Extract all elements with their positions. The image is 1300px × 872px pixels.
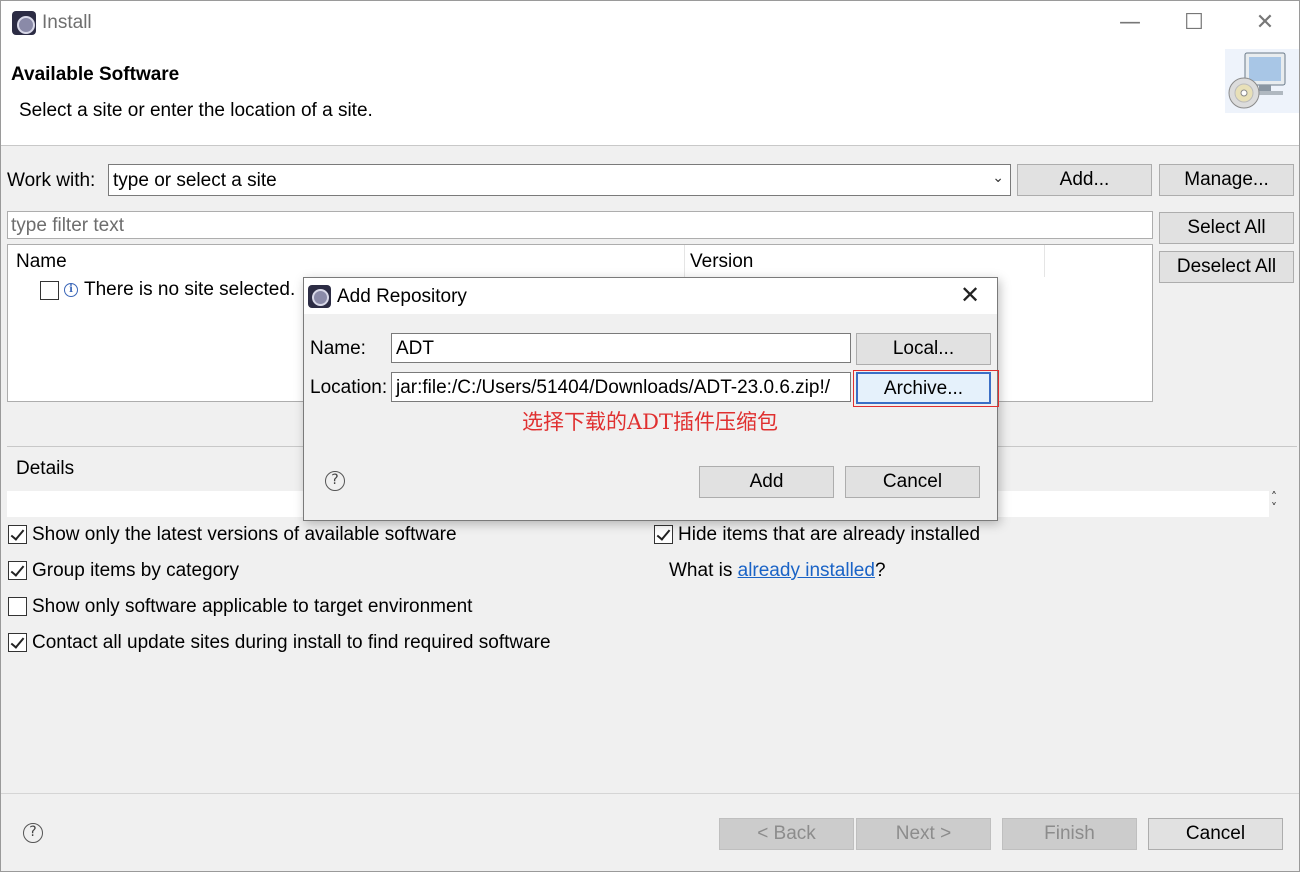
install-wizard-monitor-cd-icon: [1225, 49, 1299, 113]
repo-location-label: Location:: [310, 377, 388, 398]
latest-versions-checkbox[interactable]: [8, 525, 27, 544]
select-all-button[interactable]: Select All: [1159, 212, 1294, 244]
repo-location-value: jar:file:/C:/Users/51404/Downloads/ADT-2…: [396, 377, 831, 398]
repo-location-input[interactable]: jar:file:/C:/Users/51404/Downloads/ADT-2…: [391, 372, 851, 402]
contact-update-sites-checkbox[interactable]: [8, 633, 27, 652]
column-header-name[interactable]: Name: [16, 251, 67, 273]
dialog-title: Add Repository: [337, 286, 467, 307]
chevron-down-icon[interactable]: ⌄: [992, 170, 1004, 186]
minimize-icon[interactable]: —: [1107, 7, 1153, 39]
repo-name-value: ADT: [396, 338, 434, 359]
finish-button[interactable]: Finish: [1002, 818, 1137, 850]
page-description: Select a site or enter the location of a…: [19, 100, 373, 121]
contact-update-sites-label: Contact all update sites during install …: [32, 632, 551, 653]
eclipse-app-icon: [12, 11, 36, 35]
title-bar: Install — ☐ ✕: [1, 1, 1299, 45]
hide-installed-checkbox[interactable]: [654, 525, 673, 544]
next-button[interactable]: Next >: [856, 818, 991, 850]
page-title: Available Software: [11, 64, 180, 85]
help-icon[interactable]: ?: [325, 471, 345, 491]
footer-separator: [1, 793, 1299, 794]
close-icon[interactable]: ✕: [960, 281, 980, 309]
column-separator: [1044, 245, 1045, 277]
hide-installed-label: Hide items that are already installed: [678, 524, 981, 545]
info-icon: i: [64, 283, 78, 297]
work-with-value: type or select a site: [113, 170, 277, 191]
maximize-icon[interactable]: ☐: [1171, 7, 1217, 39]
eclipse-app-icon: [308, 285, 331, 308]
repo-name-label: Name:: [310, 338, 366, 359]
group-by-category-checkbox[interactable]: [8, 561, 27, 580]
group-by-category-label: Group items by category: [32, 560, 239, 581]
window-title: Install: [42, 12, 92, 33]
help-icon[interactable]: ?: [23, 823, 43, 843]
manage-sites-button[interactable]: Manage...: [1159, 164, 1294, 196]
annotation-highlight-box: [853, 370, 999, 407]
header-banner: Available Software Select a site or ente…: [1, 45, 1299, 146]
dialog-add-button[interactable]: Add: [699, 466, 834, 498]
cancel-button[interactable]: Cancel: [1148, 818, 1283, 850]
local-button[interactable]: Local...: [856, 333, 991, 365]
row-name: There is no site selected.: [84, 279, 296, 300]
latest-versions-label: Show only the latest versions of availab…: [32, 524, 457, 545]
deselect-all-button[interactable]: Deselect All: [1159, 251, 1294, 283]
target-environment-checkbox[interactable]: [8, 597, 27, 616]
work-with-label: Work with:: [7, 170, 96, 191]
already-installed-text: What is already installed?: [669, 560, 886, 581]
close-icon[interactable]: ✕: [1242, 7, 1288, 39]
filter-input[interactable]: type filter text: [7, 211, 1153, 239]
details-label: Details: [16, 458, 75, 479]
scroll-arrows-icon[interactable]: ˄ ˅: [1271, 491, 1277, 514]
filter-placeholder: type filter text: [11, 215, 124, 236]
add-site-button[interactable]: Add...: [1017, 164, 1152, 196]
row-checkbox[interactable]: [40, 281, 59, 300]
annotation-text: 选择下载的ADT插件压缩包: [522, 410, 779, 434]
dialog-cancel-button[interactable]: Cancel: [845, 466, 980, 498]
already-installed-link[interactable]: already installed: [738, 560, 875, 581]
back-button[interactable]: < Back: [719, 818, 854, 850]
add-repository-dialog: Add Repository ✕ Name: ADT Local... Loca…: [303, 277, 999, 521]
column-separator: [684, 245, 685, 277]
target-environment-label: Show only software applicable to target …: [32, 596, 473, 617]
repo-name-input[interactable]: ADT: [391, 333, 851, 363]
work-with-combo[interactable]: type or select a site ⌄: [108, 164, 1011, 196]
column-header-version[interactable]: Version: [690, 251, 753, 273]
dialog-title-bar: Add Repository ✕: [304, 278, 997, 314]
